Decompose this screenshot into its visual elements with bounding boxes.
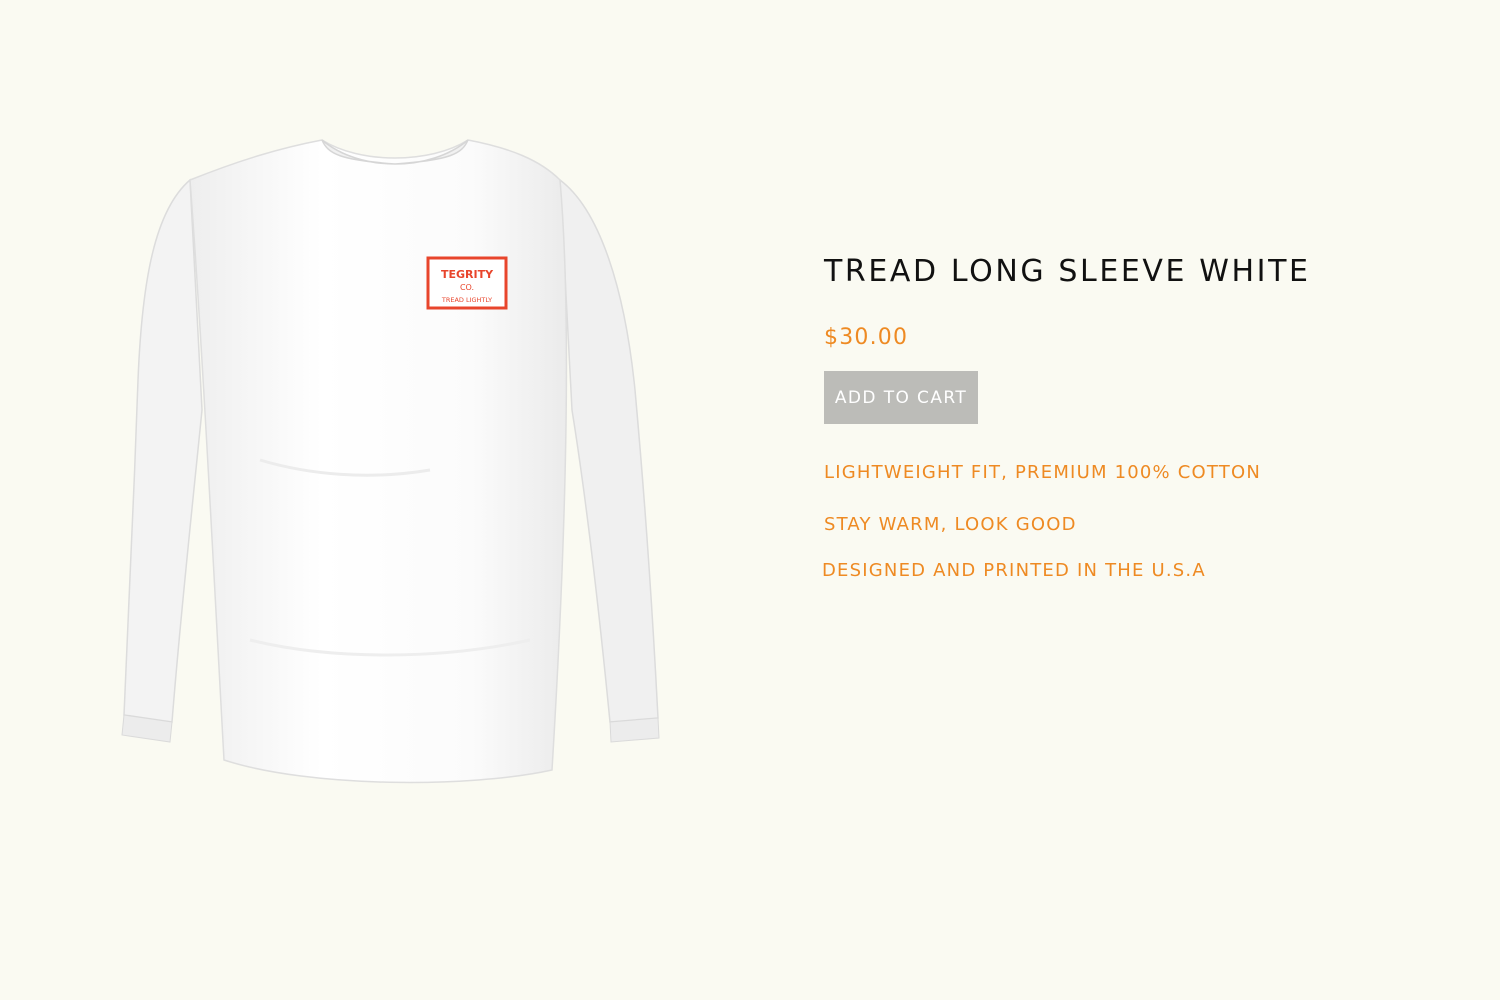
logo-line2: CO. [460,283,474,292]
tegrity-logo: TEGRITY CO. TREAD LIGHTLY [426,256,508,310]
feature-item: DESIGNED AND PRINTED IN THE U.S.A [822,560,1206,581]
add-to-cart-button[interactable]: ADD TO CART [824,371,978,424]
feature-item: LIGHTWEIGHT FIT, PREMIUM 100% COTTON [824,462,1262,483]
product-image: TEGRITY CO. TREAD LIGHTLY [110,120,680,800]
long-sleeve-shirt-image: TEGRITY CO. TREAD LIGHTLY [121,139,660,784]
product-price: $30.00 [824,325,909,350]
product-details: TREAD LONG SLEEVE WHITE $30.00 ADD TO CA… [822,0,1462,1000]
feature-item: STAY WARM, LOOK GOOD [824,514,1077,535]
product-title: TREAD LONG SLEEVE WHITE [824,254,1311,289]
logo-line1: TEGRITY [441,268,494,281]
logo-line3: TREAD LIGHTLY [441,296,492,304]
